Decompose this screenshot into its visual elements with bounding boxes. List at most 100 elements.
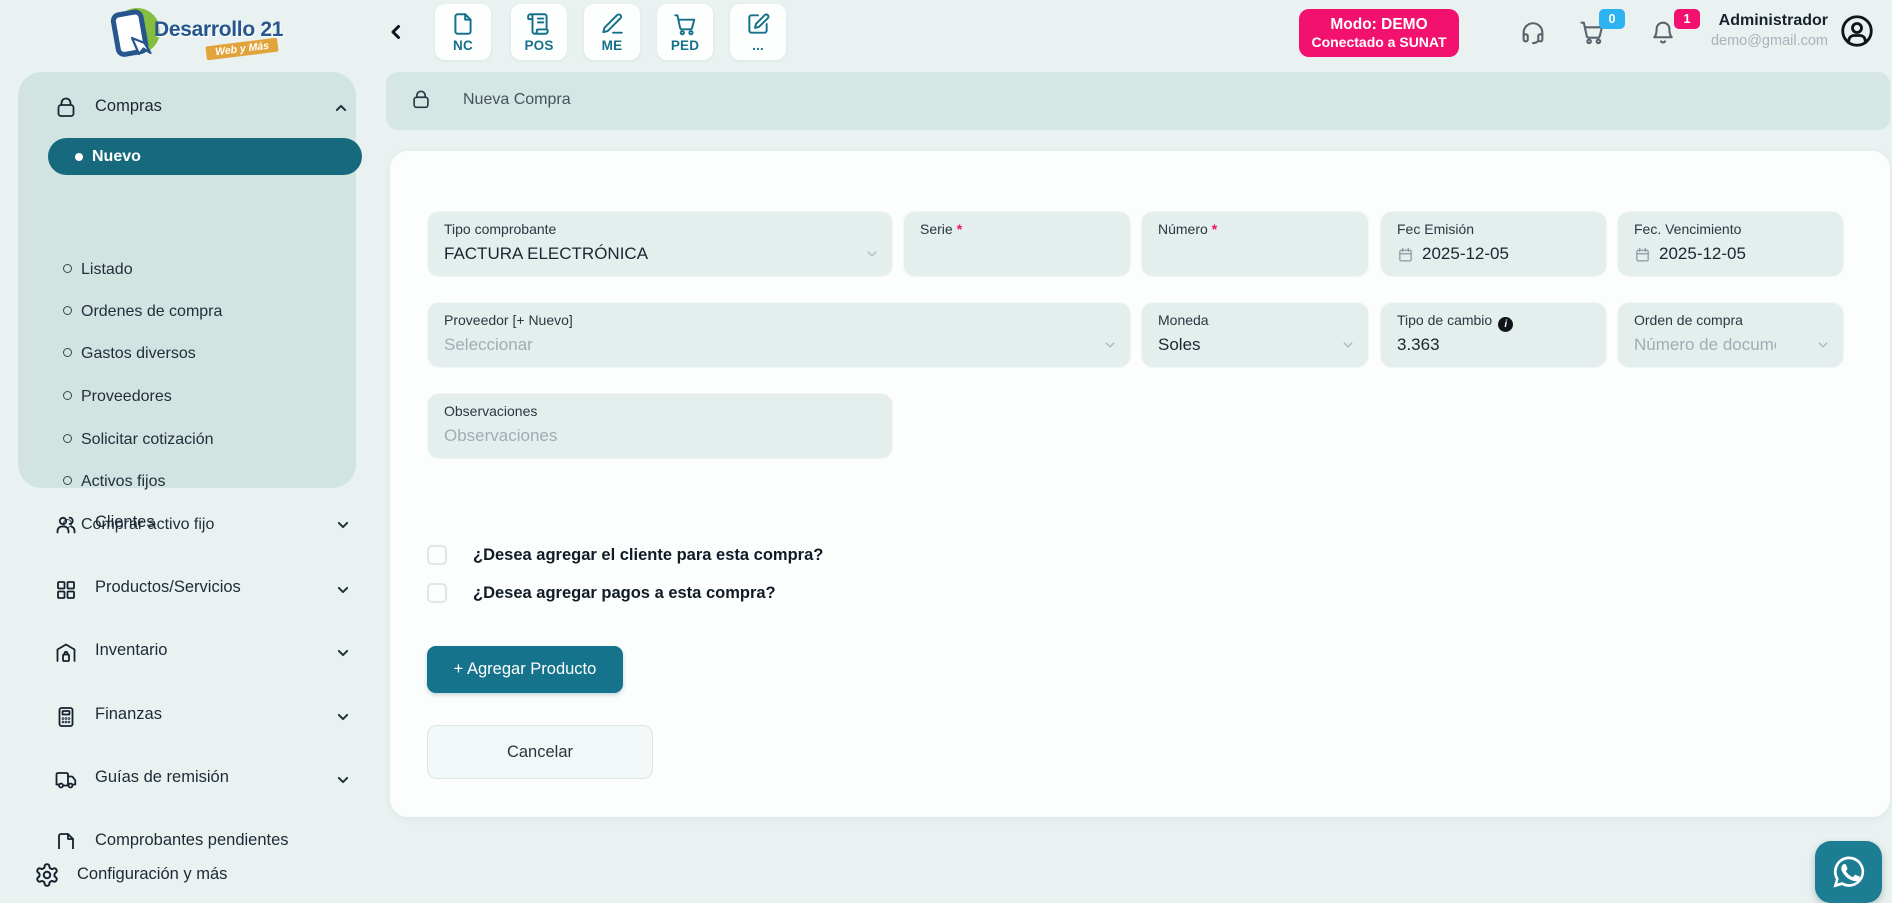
sidebar-item-label: Solicitar cotización (81, 431, 214, 448)
user-email: demo@gmail.com (1711, 32, 1828, 52)
bullet-icon (63, 348, 72, 357)
sidebar-compras-label: Compras (95, 97, 162, 116)
sidebar-item-label: Clientes (95, 513, 155, 532)
proveedor-select[interactable]: Proveedor [+ Nuevo] Seleccionar (427, 302, 1131, 368)
truck-icon (54, 768, 78, 792)
calendar-icon (1397, 246, 1414, 263)
quick-action-label: PED (671, 38, 699, 53)
chevron-down-icon (1814, 336, 1832, 354)
support-button[interactable] (1519, 18, 1547, 46)
quick-action-more[interactable]: ... (730, 4, 786, 60)
field-label: Moneda (1158, 312, 1209, 328)
user-info: Administrador demo@gmail.com (1711, 10, 1828, 51)
quick-action-ped[interactable]: PED (657, 4, 713, 60)
sidebar-item-ordenes-de-compra[interactable]: Ordenes de compra (48, 294, 348, 330)
shopping-bag-icon (54, 96, 78, 120)
sidebar-item-clientes[interactable]: Clientes (18, 499, 356, 551)
moneda-select[interactable]: Moneda Soles (1141, 302, 1369, 368)
fec-emision-datepicker[interactable]: Fec Emisión 2025-12-05 (1380, 211, 1607, 277)
field-value: 2025-12-05 (1634, 244, 1746, 264)
grid-icon (54, 578, 78, 602)
cart-count-badge: 0 (1599, 9, 1625, 29)
quick-action-pos[interactable]: POS (511, 4, 567, 60)
bullet-icon (63, 434, 72, 443)
whatsapp-icon (1830, 853, 1868, 891)
orden-compra-select[interactable]: Orden de compra Número de documento (1617, 302, 1844, 368)
notification-count-badge: 1 (1674, 9, 1700, 29)
whatsapp-button[interactable] (1815, 841, 1882, 903)
shopping-bag-icon (410, 89, 432, 111)
document-icon (450, 11, 476, 37)
field-label: Tipo comprobante (444, 221, 556, 237)
required-mark: * (1212, 221, 1217, 237)
notifications-button[interactable] (1649, 18, 1677, 46)
quick-action-label: POS (524, 38, 553, 53)
fec-vencimiento-datepicker[interactable]: Fec. Vencimiento 2025-12-05 (1617, 211, 1844, 277)
tipo-comprobante-select[interactable]: Tipo comprobante FACTURA ELECTRÓNICA (427, 211, 893, 277)
quick-action-nc[interactable]: NC (435, 4, 491, 60)
user-name: Administrador (1711, 10, 1828, 32)
field-value: Soles (1158, 335, 1201, 355)
user-circle-icon (1839, 13, 1875, 49)
add-client-checkbox[interactable] (427, 545, 447, 565)
add-product-button[interactable]: + Agregar Producto (427, 646, 623, 693)
numero-input[interactable]: Número* (1141, 211, 1369, 277)
calendar-icon (1634, 246, 1651, 263)
field-label: Fec Emisión (1397, 221, 1474, 237)
chevron-up-icon (331, 98, 351, 118)
quick-action-me[interactable]: ME (584, 4, 640, 60)
serie-input[interactable]: Serie* (903, 211, 1131, 277)
chevron-down-icon (1339, 336, 1357, 354)
add-client-question-row: ¿Desea agregar el cliente para esta comp… (427, 540, 823, 570)
page-title: Nueva Compra (463, 91, 571, 109)
observaciones-input[interactable]: Observaciones Observaciones (427, 393, 893, 459)
sidebar-item-solicitar-cotizacion[interactable]: Solicitar cotización (48, 422, 348, 458)
sidebar-item-label: Nuevo (92, 148, 141, 166)
sidebar-item-configuracion[interactable]: Configuración y más (0, 849, 372, 903)
tipo-cambio-input[interactable]: Tipo de cambioi 3.363 (1380, 302, 1607, 368)
sidebar-item-gastos-diversos[interactable]: Gastos diversos (48, 336, 348, 372)
field-label: Número* (1158, 221, 1217, 237)
sidebar-item-finanzas[interactable]: Finanzas (18, 691, 356, 743)
field-value: 3.363 (1397, 335, 1440, 355)
required-mark: * (957, 221, 962, 237)
chevron-down-icon (1101, 336, 1119, 354)
add-payments-checkbox[interactable] (427, 583, 447, 603)
sidebar-item-guias-de-remision[interactable]: Guías de remisión (18, 754, 356, 806)
field-value: 2025-12-05 (1397, 244, 1509, 264)
pen-icon (599, 11, 625, 37)
collapse-sidebar-button[interactable] (384, 18, 412, 46)
checkbox-label: ¿Desea agregar pagos a esta compra? (473, 584, 776, 603)
add-payments-question-row: ¿Desea agregar pagos a esta compra? (427, 578, 776, 608)
breadcrumb: Nueva Compra (386, 72, 1890, 130)
sidebar-item-label: Ordenes de compra (81, 303, 222, 320)
sidebar-section-compras: Compras Nuevo Listado Ordenes de compra … (18, 72, 356, 488)
field-label: Tipo de cambioi (1397, 312, 1513, 332)
field-label: Orden de compra (1634, 312, 1743, 328)
sidebar-item-listado[interactable]: Listado (48, 252, 348, 288)
users-icon (54, 513, 78, 537)
bullet-icon (63, 476, 72, 485)
bullet-icon (63, 306, 72, 315)
sidebar-item-productos-servicios[interactable]: Productos/Servicios (18, 564, 356, 616)
quick-action-label: ... (752, 38, 764, 53)
sidebar-item-activos-fijos[interactable]: Activos fijos (48, 464, 348, 500)
demo-mode-badge[interactable]: Modo: DEMO Conectado a SUNAT (1299, 9, 1459, 57)
sidebar-item-label: Finanzas (95, 705, 162, 724)
sidebar-item-inventario[interactable]: Inventario (18, 627, 356, 679)
sidebar-item-label: Proveedores (81, 388, 172, 405)
sidebar-compras-header[interactable]: Compras (18, 86, 356, 130)
field-label: Proveedor [+ Nuevo] (444, 312, 573, 328)
cancel-button[interactable]: Cancelar (427, 725, 653, 779)
user-avatar[interactable] (1839, 13, 1875, 49)
sidebar-item-label: Listado (81, 261, 133, 278)
sidebar-item-label: Inventario (95, 641, 167, 660)
sidebar-item-nuevo[interactable]: Nuevo (48, 138, 362, 175)
chevron-down-icon (333, 707, 353, 727)
mode-badge-line2: Conectado a SUNAT (1311, 34, 1446, 52)
field-label: Serie* (920, 221, 962, 237)
app-logo[interactable]: Desarrollo 21 Web y Más (108, 6, 298, 62)
quick-action-label: ME (602, 38, 623, 53)
field-label: Fec. Vencimiento (1634, 221, 1741, 237)
sidebar-item-proveedores[interactable]: Proveedores (48, 379, 348, 415)
